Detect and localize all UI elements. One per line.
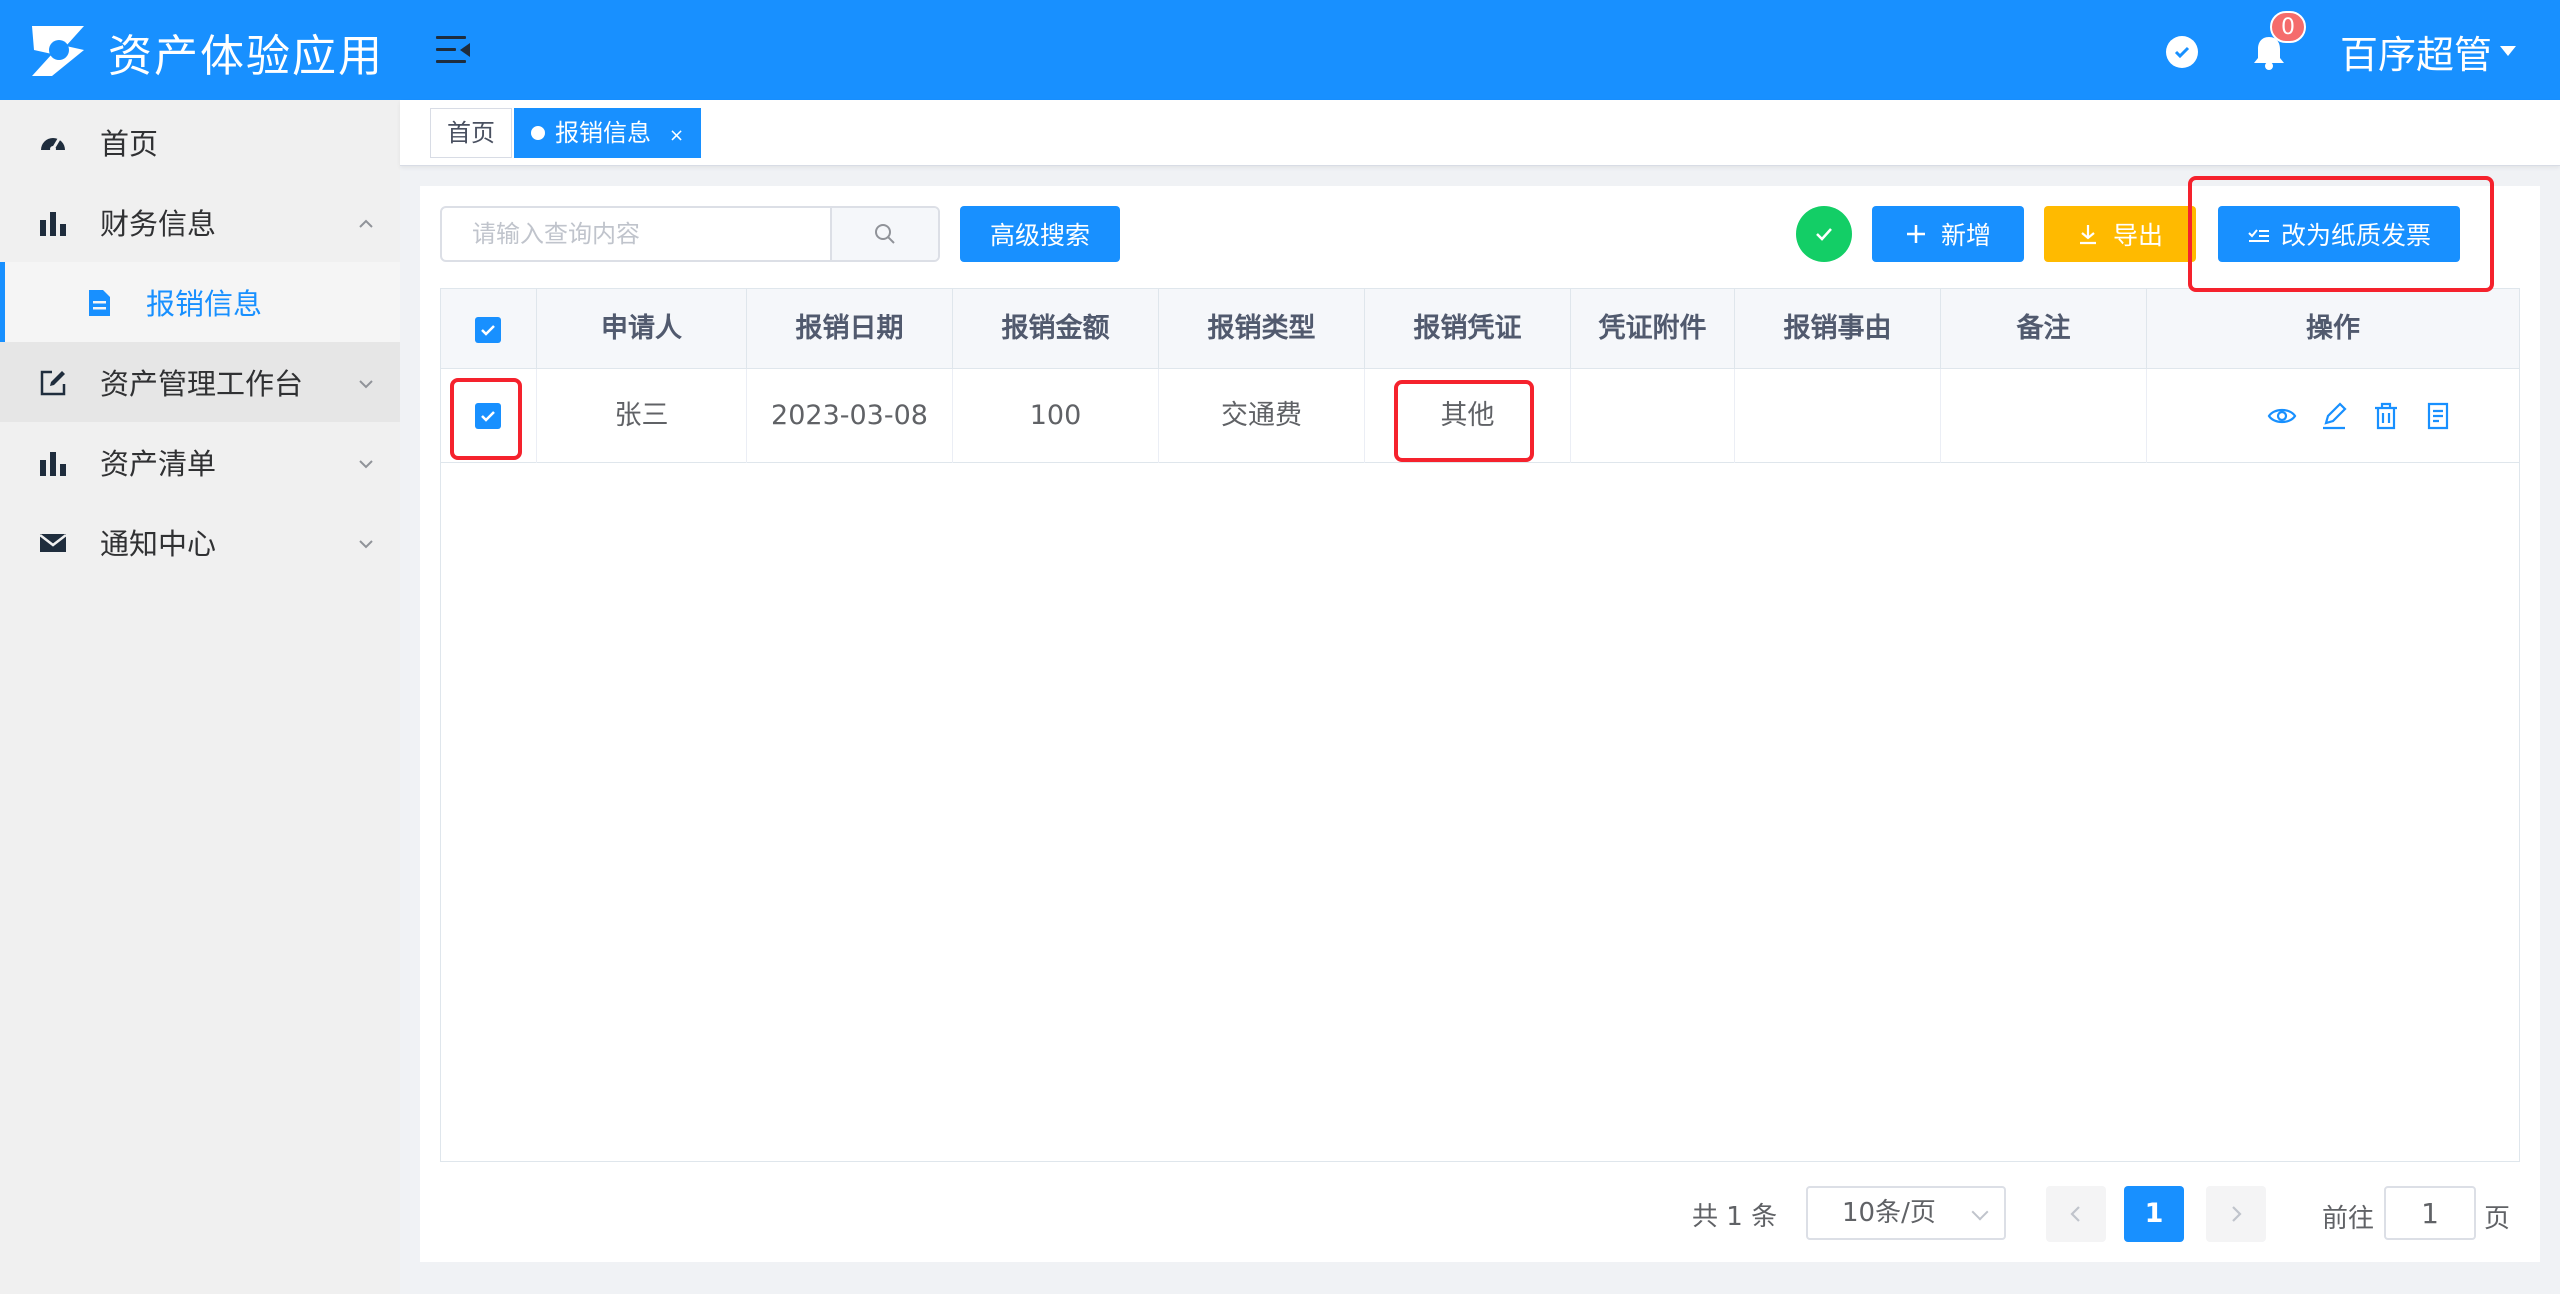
tab-label: 报销信息 (555, 119, 651, 147)
column-header[interactable]: 报销日期 (747, 289, 953, 369)
chevron-up-icon (359, 219, 373, 228)
search-input[interactable] (442, 208, 830, 260)
sidebar: 首页 财务信息 报销信息 资产管理工作台 资产清单 通知中心 (0, 100, 400, 1294)
mail-icon (39, 534, 67, 552)
table-row[interactable]: 张三 2023-03-08 100 交通费 其他 (441, 369, 2519, 463)
sidebar-item-label: 报销信息 (146, 287, 263, 321)
plus-icon (1906, 225, 1925, 243)
column-header[interactable]: 凭证附件 (1571, 289, 1735, 369)
checklist-icon (2248, 229, 2269, 242)
app-title: 资产体验应用 (108, 31, 384, 82)
select-all-cell (441, 289, 537, 369)
notification-badge: 0 (2270, 11, 2306, 43)
view-icon[interactable] (2267, 401, 2297, 431)
cell-reason (1735, 369, 1941, 463)
delete-icon[interactable] (2371, 401, 2401, 431)
cell-attachment (1571, 369, 1735, 463)
sidebar-item-label: 资产管理工作台 (100, 367, 304, 401)
sidebar-item-finance[interactable]: 财务信息 (0, 182, 400, 262)
search-box (440, 206, 940, 262)
menu-collapse-icon[interactable] (436, 34, 470, 66)
sidebar-item-notification-center[interactable]: 通知中心 (0, 502, 400, 582)
cell-type: 交通费 (1159, 369, 1365, 463)
sidebar-item-home[interactable]: 首页 (0, 102, 400, 182)
check-circle-icon[interactable] (2166, 36, 2198, 68)
prev-page-button[interactable] (2046, 1186, 2106, 1242)
row-select-cell (441, 369, 537, 463)
sidebar-item-label: 首页 (100, 127, 159, 161)
to-paper-invoice-button[interactable]: 改为纸质发票 (2218, 206, 2460, 262)
reimbursement-table: 申请人 报销日期 报销金额 报销类型 报销凭证 凭证附件 报销事由 备注 操作 … (440, 288, 2520, 1162)
tabs-bar: 首页 报销信息 × (400, 100, 2560, 166)
column-header[interactable]: 报销类型 (1159, 289, 1365, 369)
add-button-label: 新增 (1940, 221, 1991, 250)
cell-amount: 100 (953, 369, 1159, 463)
caret-down-icon[interactable] (2500, 46, 2516, 56)
table-header: 申请人 报销日期 报销金额 报销类型 报销凭证 凭证附件 报销事由 备注 操作 (441, 289, 2519, 369)
page-size-select[interactable]: 10条/页 (1806, 1186, 2006, 1240)
sidebar-item-reimbursement[interactable]: 报销信息 (0, 262, 400, 342)
download-icon (2079, 225, 2096, 245)
sidebar-item-asset-list[interactable]: 资产清单 (0, 422, 400, 502)
cell-actions (2147, 369, 2519, 463)
column-header[interactable]: 报销金额 (953, 289, 1159, 369)
user-name[interactable]: 百序超管 (2340, 24, 2492, 79)
select-all-checkbox[interactable] (475, 317, 501, 343)
chevron-down-icon (359, 380, 373, 389)
column-header[interactable]: 报销事由 (1735, 289, 1941, 369)
top-header: 资产体验应用 0 百序超管 (0, 0, 2560, 100)
cell-date: 2023-03-08 (747, 369, 953, 463)
add-button[interactable]: 新增 (1872, 206, 2024, 262)
bar-chart-icon (40, 212, 66, 236)
export-button[interactable]: 导出 (2044, 206, 2196, 262)
chevron-left-icon (2070, 1206, 2080, 1222)
row-checkbox[interactable] (475, 403, 501, 429)
detail-icon[interactable] (2423, 401, 2453, 431)
check-icon (481, 325, 495, 336)
dashboard-icon (41, 138, 65, 152)
tab-reimbursement[interactable]: 报销信息 × (514, 108, 702, 160)
sidebar-item-asset-workbench[interactable]: 资产管理工作台 (0, 342, 400, 422)
cell-remark (1941, 369, 2147, 463)
chevron-down-icon (359, 540, 373, 549)
edit-icon (40, 370, 66, 396)
chevron-down-icon (1971, 1203, 1989, 1221)
column-header: 操作 (2306, 313, 2360, 344)
tab-home[interactable]: 首页 (430, 108, 512, 158)
check-icon (481, 411, 495, 422)
document-icon (89, 290, 110, 316)
chevron-down-icon (359, 460, 373, 469)
goto-suffix: 页 (2484, 1204, 2511, 1234)
advanced-search-button[interactable]: 高级搜索 (960, 206, 1120, 262)
page-number[interactable]: 1 (2124, 1186, 2184, 1242)
tab-label: 首页 (447, 119, 495, 147)
column-header[interactable]: 报销凭证 (1365, 289, 1571, 369)
active-dot-icon (531, 126, 545, 140)
goto-page-input[interactable] (2384, 1186, 2476, 1240)
search-button[interactable] (830, 208, 938, 260)
confirm-check-button[interactable] (1796, 206, 1852, 262)
page-size-value: 10条/页 (1842, 1198, 1936, 1228)
goto-label: 前往 (2322, 1204, 2375, 1234)
next-page-button[interactable] (2206, 1186, 2266, 1242)
close-icon[interactable]: × (669, 112, 684, 160)
cell-applicant: 张三 (537, 369, 747, 463)
check-icon (1816, 228, 1832, 241)
cell-voucher: 其他 (1365, 369, 1571, 463)
search-icon (875, 224, 895, 244)
edit-icon[interactable] (2319, 401, 2349, 431)
bar-chart-icon (40, 452, 66, 476)
chevron-right-icon (2232, 1206, 2242, 1222)
active-indicator (0, 262, 5, 342)
export-button-label: 导出 (2112, 221, 2163, 250)
pagination-total: 共 1 条 (1692, 1202, 1778, 1232)
sidebar-item-label: 资产清单 (100, 447, 217, 481)
sidebar-item-label: 财务信息 (100, 207, 217, 241)
column-header[interactable]: 申请人 (537, 289, 747, 369)
column-header[interactable]: 备注 (1941, 289, 2147, 369)
to-paper-invoice-label: 改为纸质发票 (2280, 221, 2431, 250)
sidebar-item-label: 通知中心 (100, 527, 217, 561)
logo-icon (32, 26, 84, 76)
